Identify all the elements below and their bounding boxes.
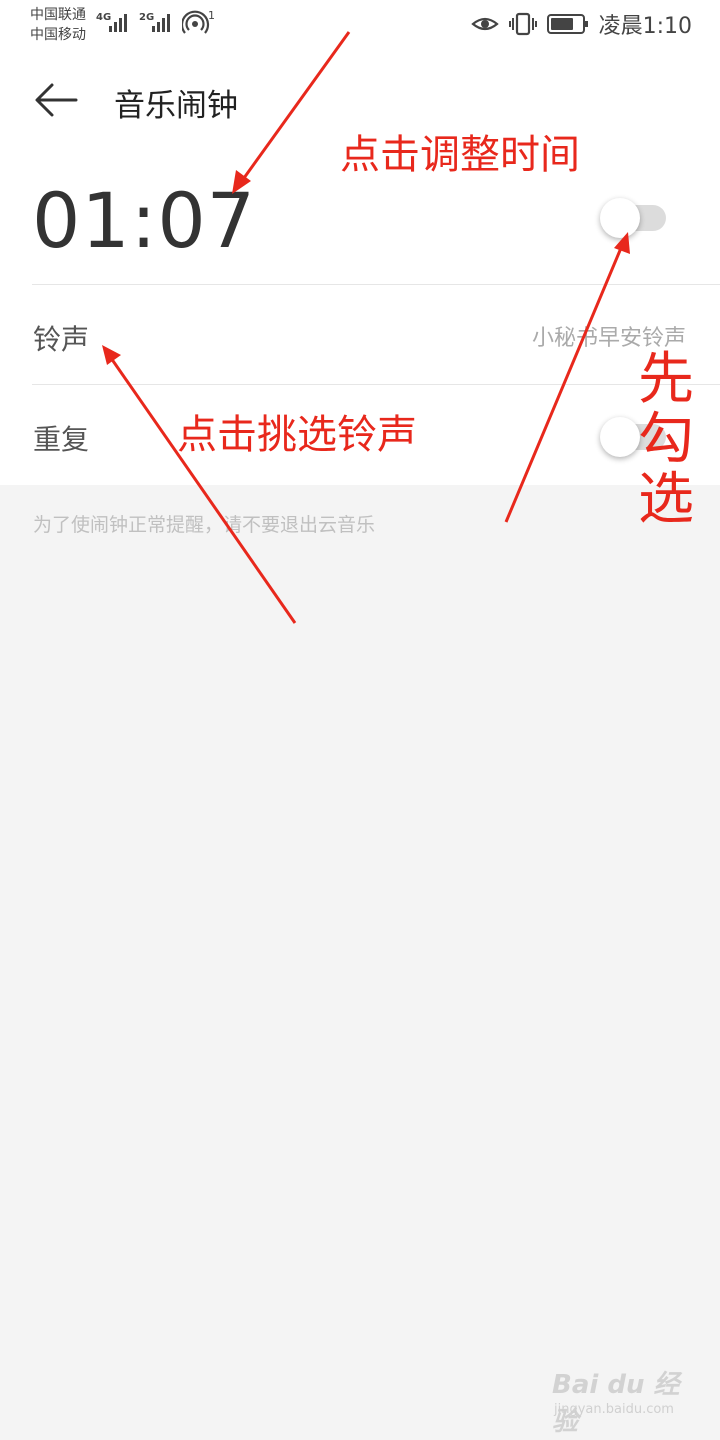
arrow-to-ringtone	[109, 357, 297, 624]
annotation-pick-ringtone: 点击挑选铃声	[177, 412, 417, 458]
watermark-sub: jingyan.baidu.com	[554, 1402, 674, 1417]
annotation-check-first: 先勾选	[638, 347, 694, 532]
arrow-to-ringtone-head	[102, 345, 121, 365]
watermark-main: Bai du 经验	[552, 1370, 680, 1437]
annotation-adjust-time: 点击调整时间	[340, 132, 580, 178]
arrow-to-toggle	[504, 247, 623, 523]
arrow-to-time	[242, 31, 351, 179]
arrow-to-toggle-head	[614, 232, 630, 254]
baidu-watermark: Bai du 经验 jingyan.baidu.com	[552, 1364, 702, 1437]
annotation-arrows	[102, 31, 630, 624]
